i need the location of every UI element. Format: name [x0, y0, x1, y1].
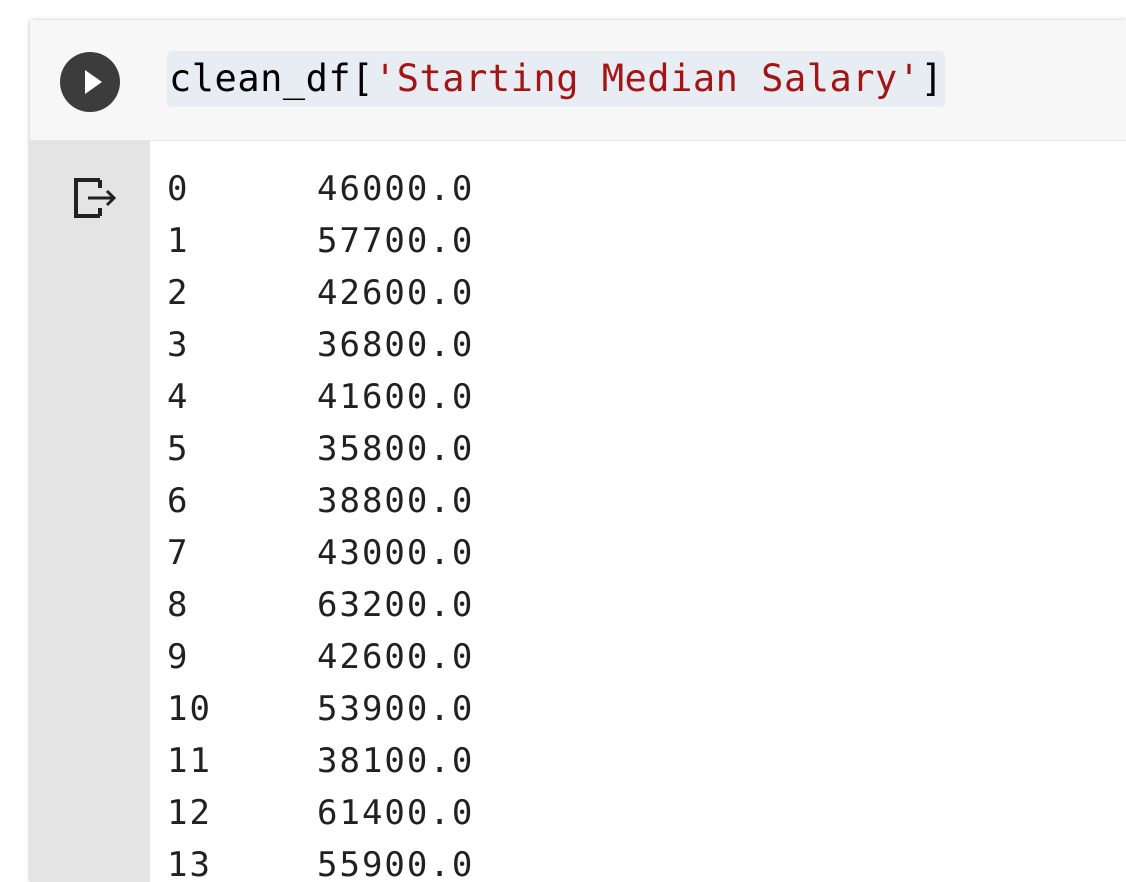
code-editor-line[interactable]: clean_df['Starting Median Salary'] [167, 51, 946, 107]
row-value: 41600.0 [317, 377, 475, 417]
output-row: 10 53900.0 [167, 683, 474, 735]
output-row: 1 57700.0 [167, 215, 474, 267]
cell-output-area: 0 46000.0 1 57700.0 2 42600.0 3 36800.0 4 41600.0… [150, 141, 1126, 882]
output-row: 6 38800.0 [167, 475, 474, 527]
row-index: 6 [167, 481, 190, 521]
row-value: 57700.0 [317, 221, 475, 261]
notebook-page: clean_df['Starting Median Salary'] 0 4600… [0, 0, 1126, 882]
row-index: 12 [167, 793, 212, 833]
output-row: 3 36800.0 [167, 319, 474, 371]
output-row: 7 43000.0 [167, 527, 474, 579]
row-value: 55900.0 [317, 845, 475, 882]
row-index: 11 [167, 741, 212, 781]
cell-input-row: clean_df['Starting Median Salary'] [30, 20, 1126, 141]
output-row: 9 42600.0 [167, 631, 474, 683]
play-icon [85, 70, 102, 94]
row-index: 4 [167, 377, 190, 417]
output-redirect-icon[interactable] [74, 178, 118, 220]
code-prefix: clean_df[ [169, 57, 374, 100]
code-cell[interactable]: clean_df['Starting Median Salary'] 0 4600… [30, 20, 1126, 882]
code-string-literal: 'Starting Median Salary' [373, 57, 921, 100]
output-row: 8 63200.0 [167, 579, 474, 631]
row-value: 42600.0 [317, 273, 475, 313]
output-row: 0 46000.0 [167, 163, 474, 215]
row-value: 53900.0 [317, 689, 475, 729]
row-index: 3 [167, 325, 190, 365]
row-index: 9 [167, 637, 190, 677]
row-index: 10 [167, 689, 212, 729]
output-row: 13 55900.0 [167, 839, 474, 882]
run-cell-button[interactable] [60, 52, 120, 112]
row-index: 7 [167, 533, 190, 573]
output-row: 2 42600.0 [167, 267, 474, 319]
row-index: 2 [167, 273, 190, 313]
row-index: 13 [167, 845, 212, 882]
row-value: 46000.0 [317, 169, 475, 209]
row-value: 38800.0 [317, 481, 475, 521]
output-gutter [30, 141, 150, 882]
row-value: 38100.0 [317, 741, 475, 781]
output-row: 4 41600.0 [167, 371, 474, 423]
row-value: 43000.0 [317, 533, 475, 573]
row-value: 61400.0 [317, 793, 475, 833]
row-value: 63200.0 [317, 585, 475, 625]
series-output: 0 46000.0 1 57700.0 2 42600.0 3 36800.0 4 41600.0… [167, 163, 474, 882]
output-row: 5 35800.0 [167, 423, 474, 475]
row-index: 5 [167, 429, 190, 469]
output-row: 11 38100.0 [167, 735, 474, 787]
row-value: 42600.0 [317, 637, 475, 677]
row-index: 1 [167, 221, 190, 261]
row-value: 35800.0 [317, 429, 475, 469]
code-suffix: ] [920, 57, 944, 100]
row-index: 0 [167, 169, 190, 209]
row-value: 36800.0 [317, 325, 475, 365]
output-row: 12 61400.0 [167, 787, 474, 839]
row-index: 8 [167, 585, 190, 625]
